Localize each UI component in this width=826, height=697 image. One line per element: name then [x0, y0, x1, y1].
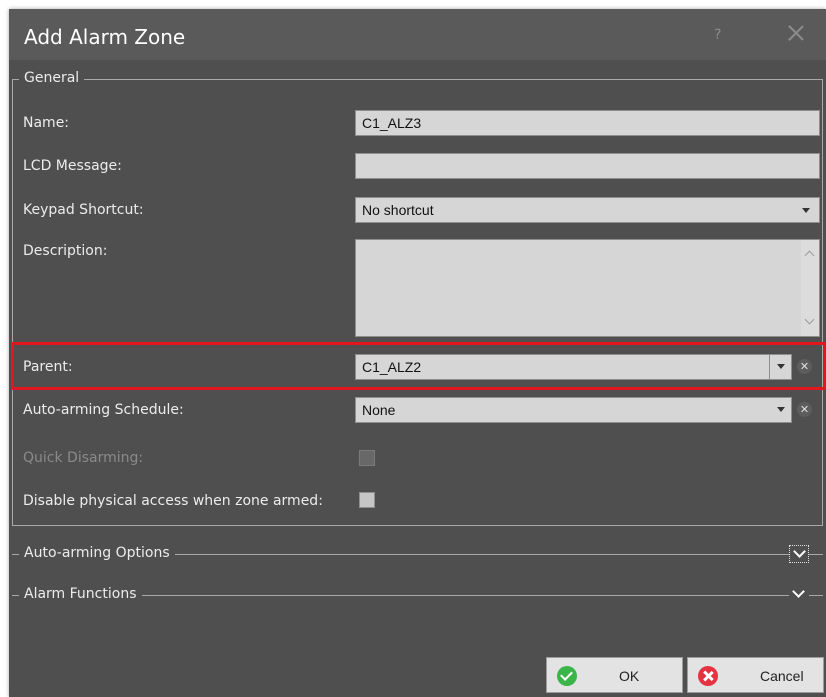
- dialog-title: Add Alarm Zone: [24, 25, 186, 49]
- description-textarea[interactable]: [355, 239, 820, 337]
- auto-arming-options-expand-button[interactable]: [789, 545, 809, 563]
- close-icon[interactable]: [787, 24, 805, 42]
- scroll-up-icon[interactable]: [804, 250, 815, 261]
- cancel-button-label: Cancel: [760, 668, 804, 684]
- lcd-message-input[interactable]: [355, 153, 820, 179]
- auto-arming-schedule-value: None: [362, 402, 396, 418]
- cancel-button[interactable]: Cancel: [687, 657, 824, 693]
- general-bottom-line: [12, 525, 823, 526]
- name-value: C1_ALZ3: [362, 115, 422, 131]
- disable-access-checkbox[interactable]: [359, 492, 375, 508]
- title-bar: Add Alarm Zone ?: [9, 9, 826, 60]
- parent-dropdown-separator: [769, 354, 770, 380]
- disable-access-label: Disable physical access when zone armed:: [23, 493, 323, 509]
- alarm-functions-expand-button[interactable]: [789, 585, 809, 604]
- keypad-shortcut-label: Keypad Shortcut:: [23, 202, 144, 218]
- keypad-shortcut-select[interactable]: No shortcut: [355, 197, 820, 223]
- cancel-icon: [698, 666, 718, 686]
- description-scrollbar[interactable]: [801, 240, 819, 336]
- auto-arming-schedule-select[interactable]: None: [355, 397, 792, 423]
- general-left-line: [12, 79, 13, 525]
- description-label: Description:: [23, 243, 108, 259]
- add-alarm-zone-dialog: Add Alarm Zone ? General Name: C1_ALZ3 L…: [9, 9, 826, 697]
- auto-arming-options-legend[interactable]: Auto-arming Options: [19, 545, 175, 561]
- general-legend: General: [19, 70, 85, 86]
- clear-icon[interactable]: ✕: [797, 402, 812, 417]
- help-icon[interactable]: ?: [714, 27, 721, 43]
- parent-select[interactable]: C1_ALZ2: [355, 354, 792, 380]
- parent-value: C1_ALZ2: [362, 359, 422, 375]
- quick-disarming-checkbox: [359, 450, 375, 466]
- chevron-down-icon[interactable]: [777, 364, 785, 369]
- ok-button-label: OK: [619, 668, 640, 684]
- alarm-functions-legend[interactable]: Alarm Functions: [19, 586, 142, 602]
- ok-button[interactable]: OK: [546, 657, 683, 693]
- scroll-down-icon[interactable]: [804, 314, 815, 325]
- general-top-line: [12, 79, 823, 80]
- check-icon: [557, 666, 577, 686]
- chevron-down-icon: [792, 585, 805, 598]
- auto-arming-schedule-label: Auto-arming Schedule:: [23, 402, 184, 418]
- name-input[interactable]: C1_ALZ3: [355, 110, 820, 136]
- quick-disarming-label: Quick Disarming:: [23, 450, 144, 466]
- chevron-down-icon[interactable]: [777, 407, 785, 412]
- clear-icon[interactable]: ✕: [797, 359, 812, 374]
- chevron-down-icon[interactable]: [802, 208, 810, 213]
- lcd-message-label: LCD Message:: [23, 158, 122, 174]
- parent-label: Parent:: [23, 359, 73, 375]
- chevron-down-icon: [793, 545, 806, 558]
- keypad-shortcut-value: No shortcut: [362, 202, 434, 218]
- name-label: Name:: [23, 115, 70, 131]
- general-right-line: [822, 79, 823, 525]
